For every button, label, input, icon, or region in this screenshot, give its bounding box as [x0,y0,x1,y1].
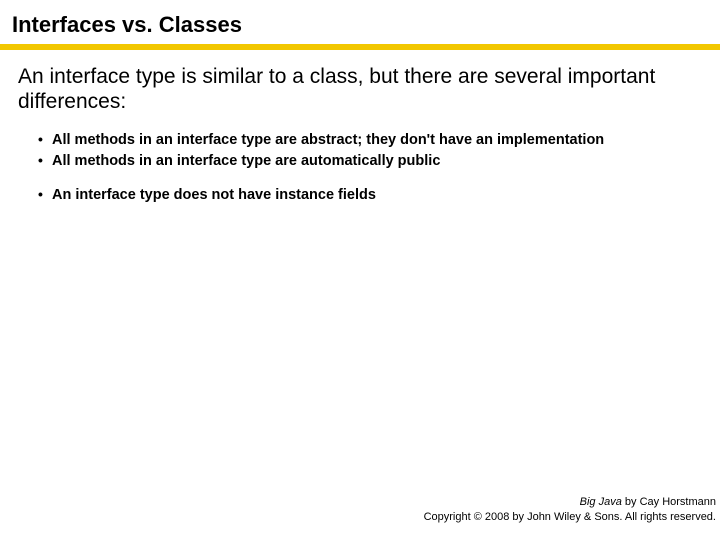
footer-line-1: Big Java by Cay Horstmann [424,495,716,509]
bullet-list: All methods in an interface type are abs… [0,124,720,204]
slide: Interfaces vs. Classes An interface type… [0,0,720,540]
footer: Big Java by Cay Horstmann Copyright © 20… [424,495,716,524]
book-title: Big Java [580,496,622,508]
title-underline [0,44,720,50]
intro-text: An interface type is similar to a class,… [0,64,720,124]
footer-copyright: Copyright © 2008 by John Wiley & Sons. A… [424,510,716,524]
bullet-item: An interface type does not have instance… [38,185,702,205]
bullet-item: All methods in an interface type are aut… [38,151,702,171]
byline: by Cay Horstmann [622,496,716,508]
slide-title: Interfaces vs. Classes [0,12,720,44]
bullet-item: All methods in an interface type are abs… [38,130,702,150]
